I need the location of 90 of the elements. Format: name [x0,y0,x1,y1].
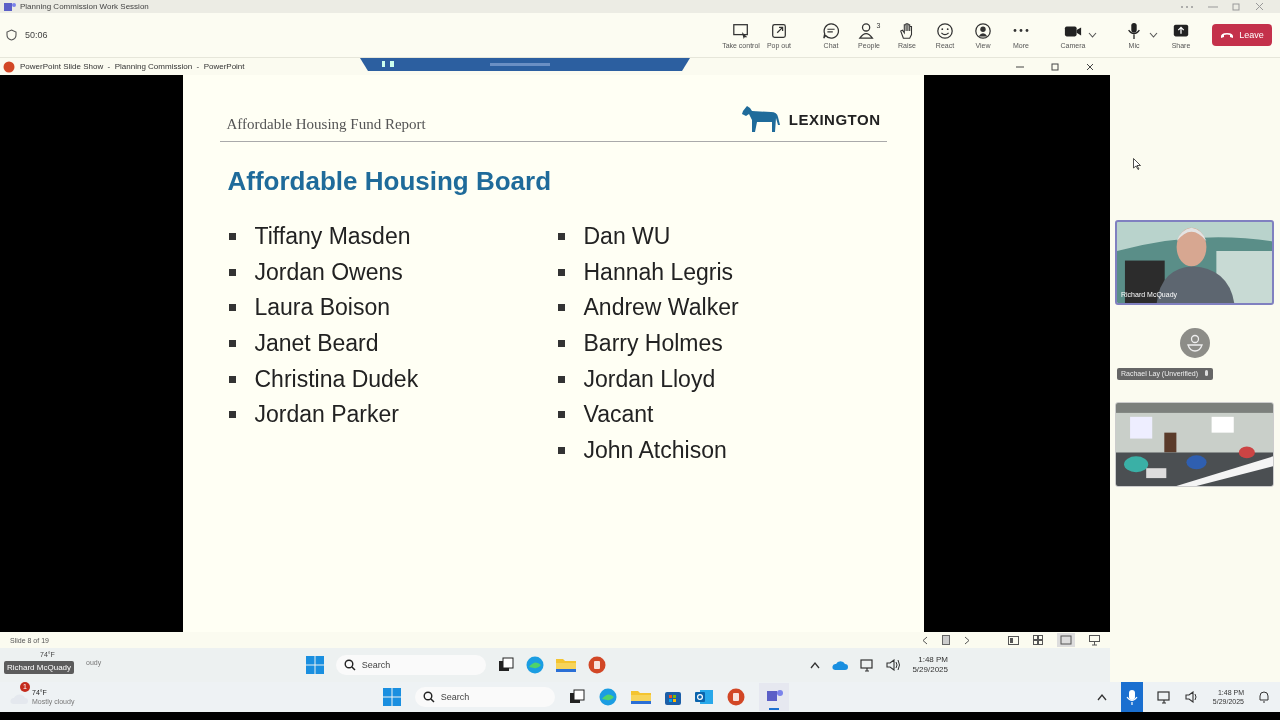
window-title: PowerPoint Slide Show - Planning Commission - PowerPoint [20,62,245,71]
speaker-icon[interactable] [1184,691,1199,703]
folder-icon[interactable] [555,657,576,673]
bullet-icon [228,304,236,312]
slide-icon[interactable] [942,635,950,645]
meeting-timer: 50:06 [25,30,48,40]
cursor-screen-icon [732,21,750,40]
pop-out-icon [770,21,788,40]
powerpoint-icon[interactable] [726,688,745,706]
clock-date: 5/29/2025 [912,665,948,676]
member-name: Tiffany Masden [254,223,411,251]
bullet-icon [228,375,236,383]
bullet-icon [557,411,565,419]
folder-icon[interactable] [630,689,651,705]
network-icon[interactable] [1156,690,1171,704]
microphone-in-use-icon[interactable] [1120,682,1143,712]
search-icon [422,691,435,703]
grid-view-icon[interactable] [1033,635,1043,645]
logo-text: LEXINGTON [788,110,881,128]
powerpoint-icon[interactable] [587,656,606,674]
search-field[interactable]: Search [335,655,486,675]
window-title: Planning Commission Work Session [20,2,149,11]
minimize-icon[interactable] [1016,63,1024,70]
bullet-icon [557,233,565,241]
task-view-icon[interactable] [568,689,585,705]
sharing-toolbar-drawing[interactable] [359,58,690,71]
restore-icon[interactable] [1051,62,1059,71]
previous-icon[interactable] [922,635,928,645]
member-name: Vacant [583,401,654,429]
person-circle-icon [974,21,992,40]
member-name: Jordan Parker [254,401,399,429]
avatar-icon [1179,327,1210,358]
teams-icon [4,1,16,12]
leave-button[interactable]: Leave [1212,24,1272,46]
outlook-icon[interactable] [694,689,713,705]
member-name: Barry Holmes [583,330,723,358]
search-field[interactable]: Search [414,687,555,707]
bullet-icon [557,268,565,276]
clock-time: 1:48 PM [918,654,948,665]
member-name: Dan WU [583,223,671,251]
mic-icon [1204,369,1210,378]
member-name: Jordan Lloyd [583,365,716,393]
mouse-cursor-icon [1133,158,1141,170]
slide-title: Affordable Housing Board [227,166,553,197]
normal-view-icon[interactable] [1008,635,1019,645]
member-name: Janet Beard [254,330,379,358]
next-icon[interactable] [964,635,970,645]
bullet-icon [228,340,236,348]
bullet-icon [557,375,565,383]
chevron-up-icon[interactable] [1096,693,1107,701]
phone-icon [1220,31,1235,39]
mic-icon [1125,21,1143,40]
teams-icon[interactable] [758,683,789,711]
caret-icon[interactable] [1149,32,1158,38]
caret-icon[interactable] [1088,32,1097,38]
horse-icon [740,105,781,133]
notification-icon[interactable] [1258,691,1270,703]
member-name: Jordan Owens [254,258,403,286]
bullet-icon [228,411,236,419]
windows-start-icon[interactable] [305,656,324,674]
chevron-up-icon[interactable] [810,661,821,669]
bullet-icon [557,340,565,348]
cloud-icon[interactable] [832,660,849,670]
task-view-icon[interactable] [497,657,514,673]
chat-icon [822,21,840,40]
member-name: Laura Boison [254,294,391,322]
slide-header: Affordable Housing Fund Report [226,116,426,133]
powerpoint-icon [3,60,15,73]
smiley-icon [936,21,954,40]
slideshow-icon[interactable] [1089,634,1100,646]
bullet-icon [228,233,236,241]
browser-icon[interactable] [525,656,544,674]
more-icon [1013,28,1029,32]
member-name: Christina Dudek [254,365,419,393]
member-name: John Atchison [583,436,727,464]
member-name: Andrew Walker [583,294,739,322]
bullet-icon [228,268,236,276]
member-name: Hannah Legris [583,258,734,286]
shield-icon [6,29,17,41]
store-icon[interactable] [664,689,681,705]
network-icon[interactable] [860,658,875,672]
tooltip: Richard McQuady [4,661,75,674]
speaker-icon[interactable] [886,659,901,671]
bullet-icon [557,304,565,312]
browser-icon[interactable] [598,688,617,706]
windows-start-icon[interactable] [382,688,401,706]
people-icon [857,21,876,40]
search-icon [343,659,356,671]
bullet-icon [557,446,565,454]
close-icon[interactable] [1086,62,1094,71]
